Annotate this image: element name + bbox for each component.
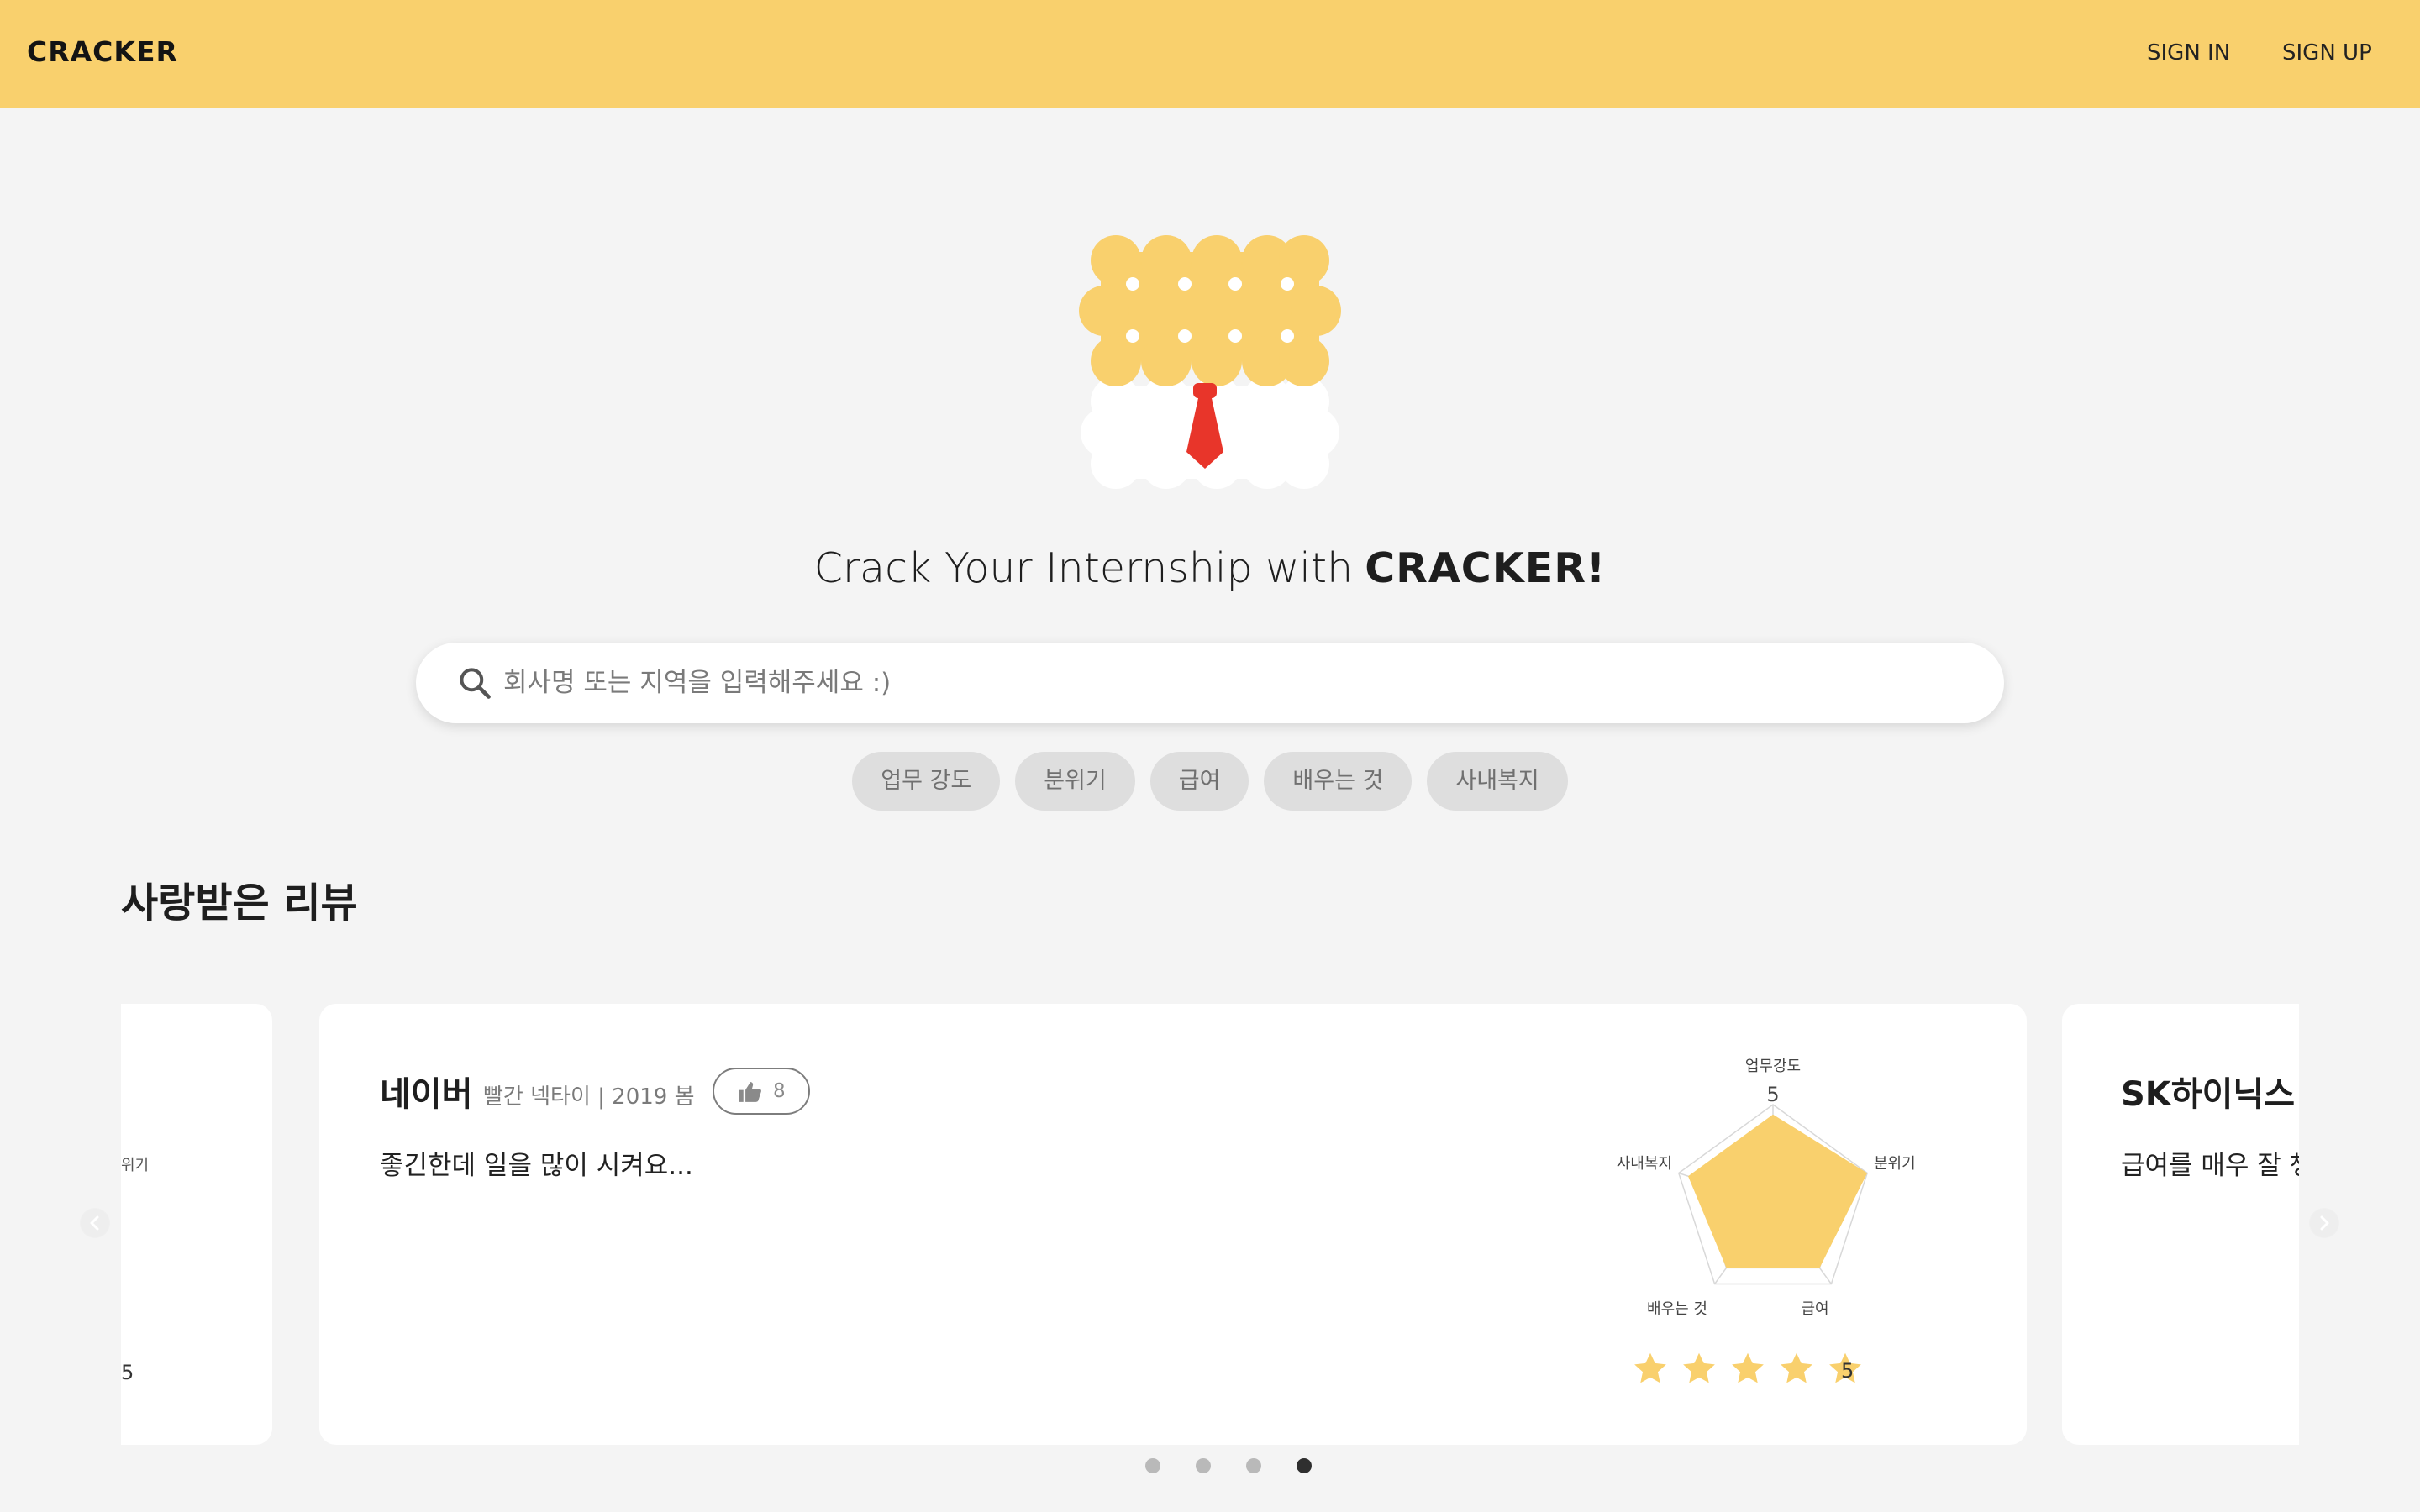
- radar-value-area: [1688, 1114, 1868, 1268]
- chevron-right-icon: [2310, 1209, 2338, 1237]
- chip-welfare[interactable]: 사내복지: [1427, 752, 1568, 811]
- rating-score: 5: [1841, 1359, 1854, 1383]
- review-card-prev[interactable]: 위기 5: [121, 1004, 272, 1445]
- radar-axis-label-salary: 급여: [1801, 1300, 1828, 1318]
- review-card-next[interactable]: SK하이닉스 급여를 매우 잘 챙: [2062, 1004, 2299, 1445]
- company-name: SK하이닉스: [2121, 1075, 2296, 1114]
- radar-axis-label-atmosphere: 분위기: [1874, 1155, 1916, 1173]
- tagline-brand: CRACKER!: [1365, 544, 1607, 592]
- star-icon: [1732, 1352, 1764, 1383]
- sign-in-link[interactable]: SIGN IN: [2147, 40, 2230, 66]
- like-button[interactable]: 8: [713, 1068, 810, 1115]
- review-meta: 빨간 넥타이 | 2019 봄: [483, 1084, 695, 1110]
- chip-work-intensity[interactable]: 업무 강도: [852, 752, 1001, 811]
- star-icon: [1634, 1352, 1666, 1383]
- top-nav-bar: CRACKER SIGN IN SIGN UP: [0, 0, 2420, 108]
- rating-score: 5: [121, 1361, 134, 1384]
- like-count: 8: [773, 1080, 786, 1102]
- pagination-dot[interactable]: [1145, 1458, 1160, 1473]
- pagination-dot[interactable]: [1297, 1458, 1312, 1473]
- review-text: 좋긴한데 일을 많이 시켜요...: [380, 1151, 693, 1181]
- search-input[interactable]: [503, 659, 1932, 706]
- star-icon: [1683, 1352, 1715, 1383]
- radar-scale-label: 5: [1766, 1083, 1779, 1106]
- hero-tagline: Crack Your Internship with CRACKER!: [0, 544, 2420, 592]
- radar-chart: 5 업무강도 분위기 급여 배우는 것 사내복지: [1617, 1058, 1916, 1318]
- pagination-dot[interactable]: [1196, 1458, 1211, 1473]
- chevron-left-icon: [81, 1209, 109, 1237]
- star-rating: [1632, 1351, 1864, 1388]
- cracker-with-tie-logo: [1079, 235, 1341, 489]
- review-card[interactable]: 네이버 빨간 넥타이 | 2019 봄 8 좋긴한데 일을 많이 시켜요... …: [319, 1004, 2027, 1445]
- star-icon: [1781, 1352, 1812, 1383]
- sign-up-link[interactable]: SIGN UP: [2282, 40, 2372, 66]
- section-title: 사랑받은 리뷰: [121, 879, 358, 927]
- tagline-text: Crack Your Internship with: [813, 544, 1354, 592]
- radar-axis-label-work-intensity: 업무강도: [1745, 1058, 1801, 1075]
- category-chips: 업무 강도 분위기 급여 배우는 것 사내복지: [0, 752, 2420, 811]
- radar-axis-label-learning: 배우는 것: [1647, 1300, 1707, 1318]
- chip-learning[interactable]: 배우는 것: [1264, 752, 1413, 811]
- carousel-pagination: [1145, 1458, 1312, 1473]
- chip-atmosphere[interactable]: 분위기: [1015, 752, 1135, 811]
- thumbs-up-icon: [739, 1082, 761, 1102]
- radar-axis-label-welfare: 사내복지: [1617, 1155, 1672, 1173]
- search-bar[interactable]: [416, 643, 2004, 723]
- company-name: 네이버: [380, 1075, 473, 1114]
- carousel-next-button[interactable]: [2309, 1208, 2339, 1238]
- search-icon: [460, 668, 491, 699]
- radar-axis-label: 위기: [121, 1157, 150, 1174]
- chip-salary[interactable]: 급여: [1150, 752, 1249, 811]
- carousel-prev-button[interactable]: [80, 1208, 110, 1238]
- brand-logo-text[interactable]: CRACKER: [27, 35, 178, 68]
- pagination-dot[interactable]: [1246, 1458, 1261, 1473]
- review-text: 급여를 매우 잘 챙: [2121, 1151, 2299, 1181]
- review-carousel: 위기 5 네이버 빨간 넥타이 | 2019 봄 8 좋긴한데 일을 많이 시켜…: [121, 1004, 2299, 1445]
